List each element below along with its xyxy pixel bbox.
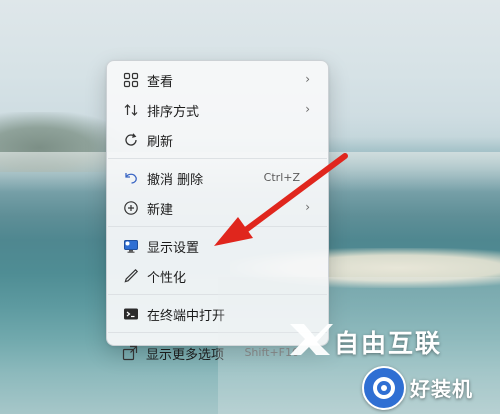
watermark-text: 自由互联 — [334, 329, 443, 358]
watermark-x-logo-icon — [290, 324, 333, 355]
watermark-text-secondary: 好装机 — [410, 377, 473, 401]
watermark-badge-icon — [362, 366, 406, 410]
